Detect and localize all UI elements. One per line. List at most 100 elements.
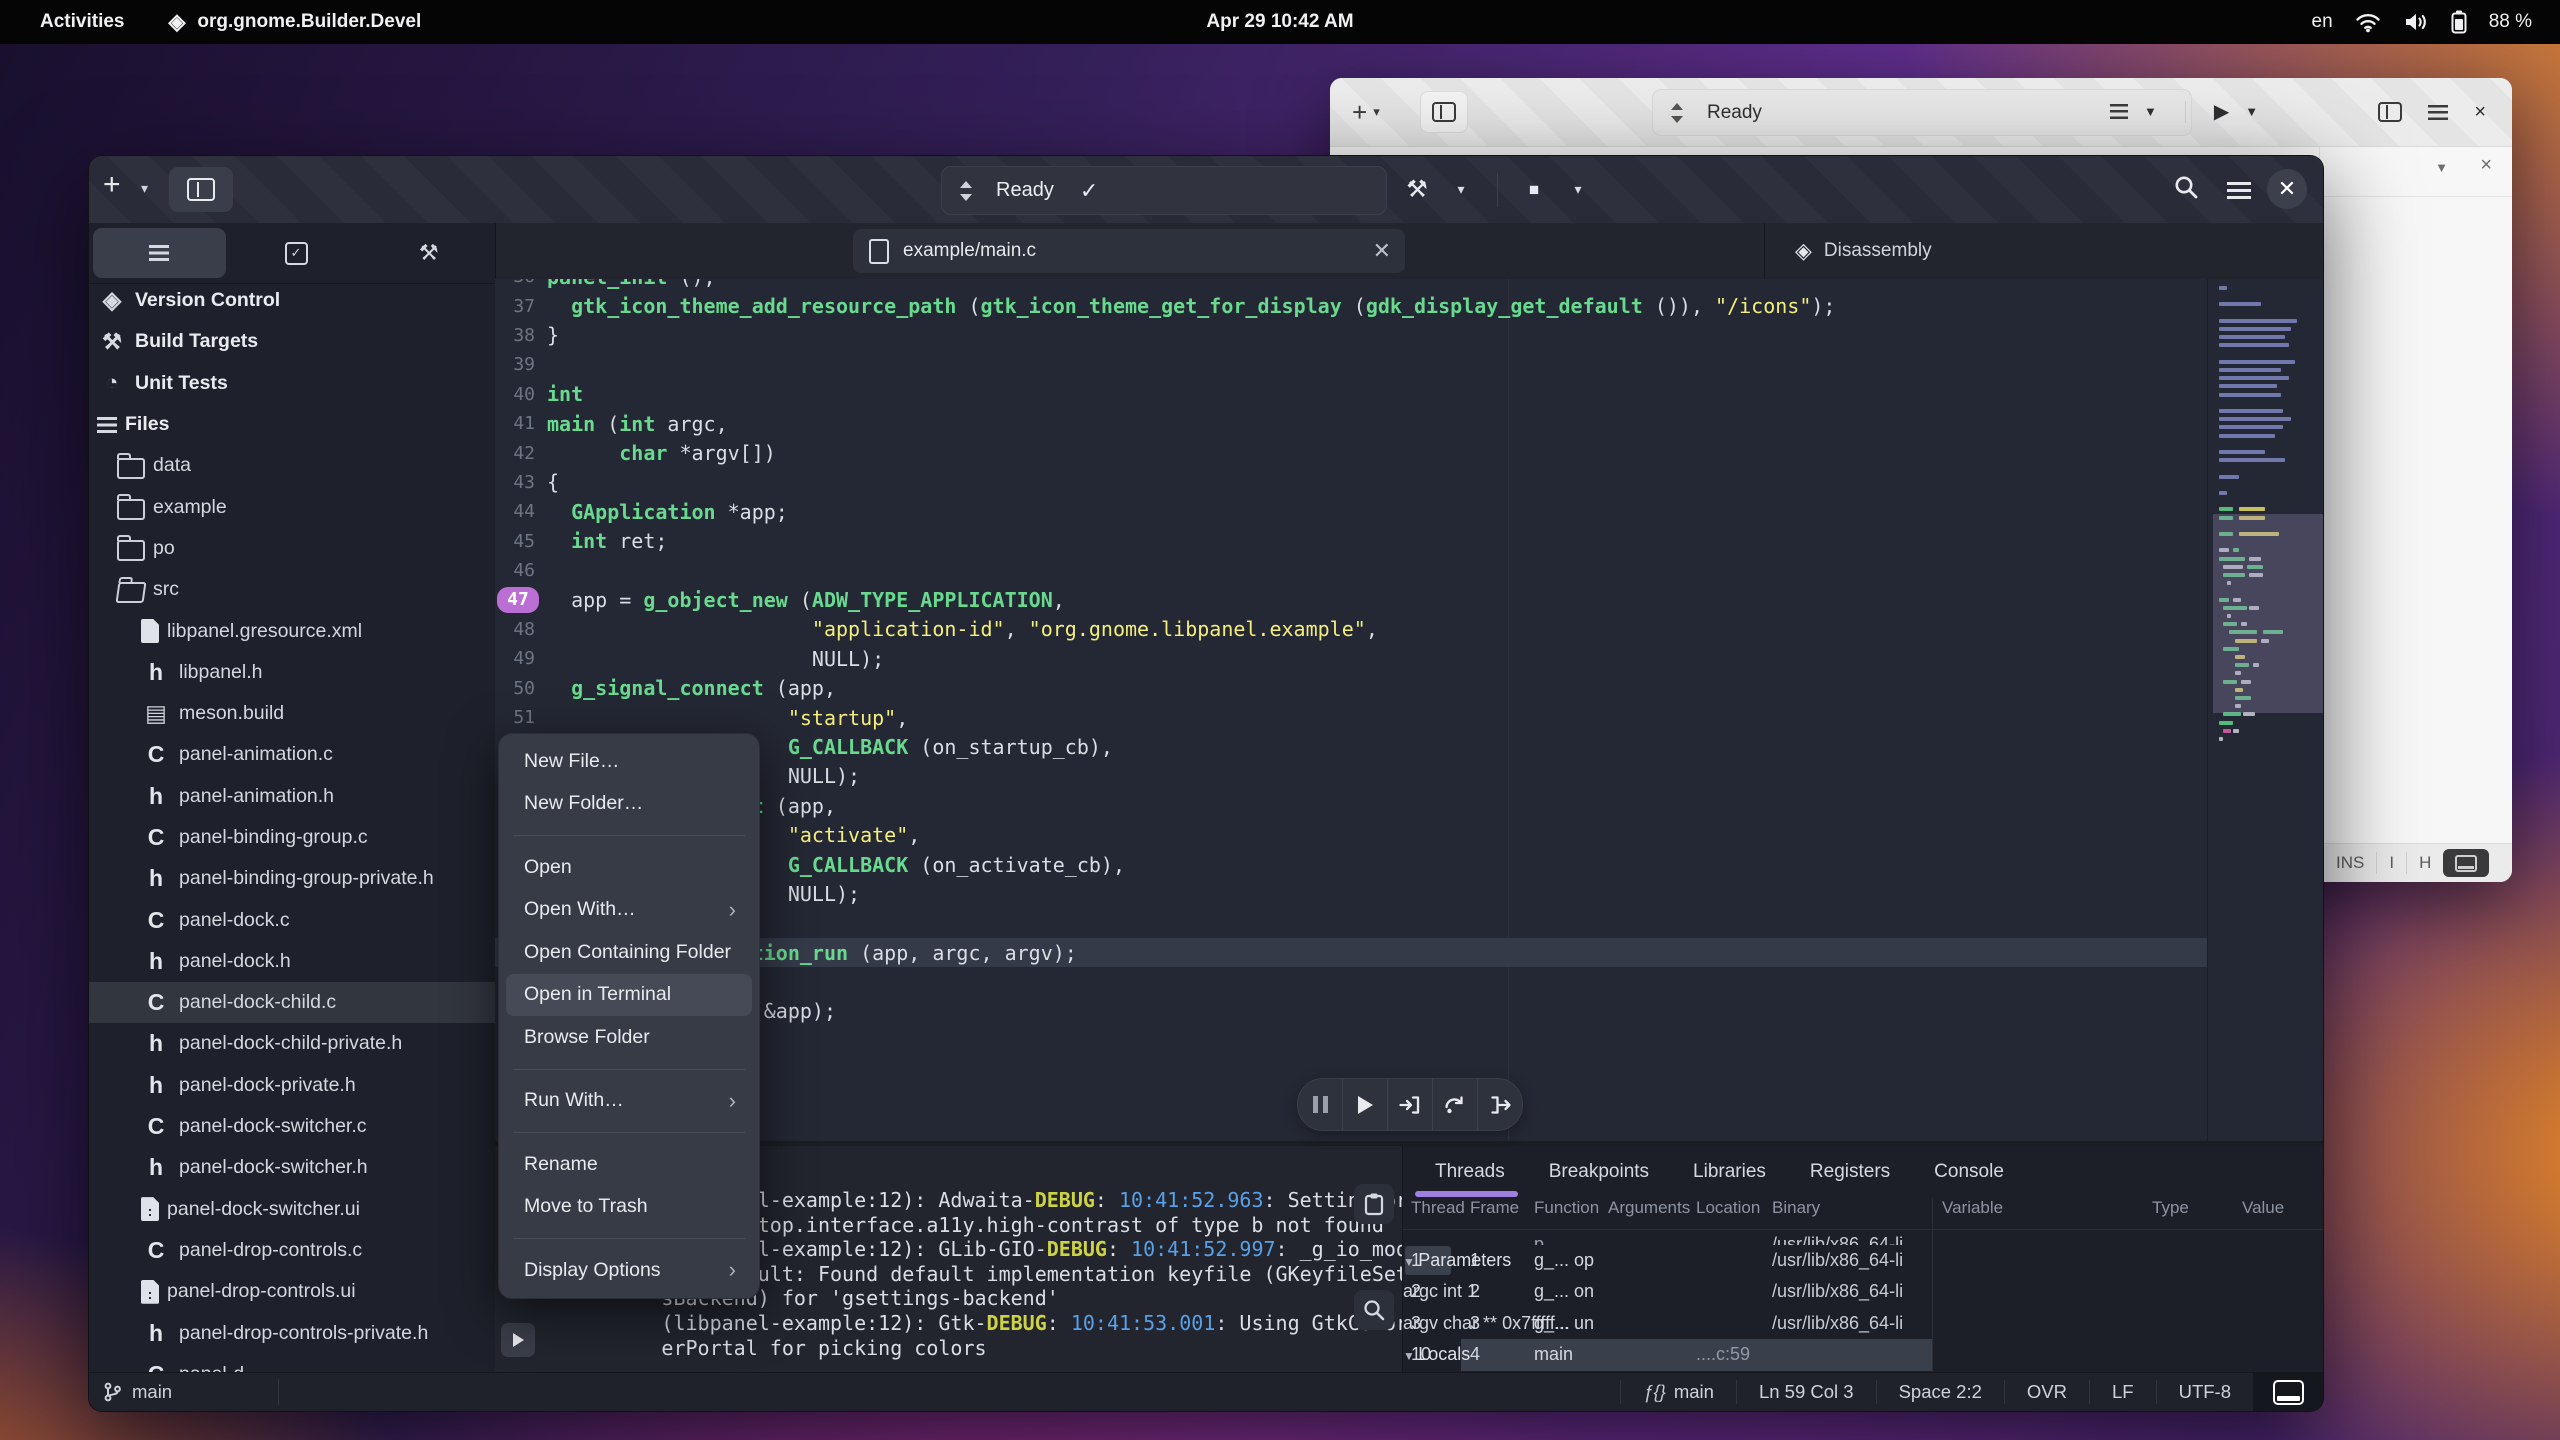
tree-item[interactable]: panel-dock.h (89, 941, 495, 982)
stop-button[interactable]: ■ (1512, 180, 1556, 200)
minimap[interactable] (2213, 279, 2323, 1141)
code-line[interactable]: 51 "startup", (495, 703, 2207, 732)
tree-item[interactable]: panel-dock-switcher.ui (89, 1189, 495, 1230)
tab-close-icon[interactable]: ✕ (1373, 238, 1391, 264)
menu-item[interactable]: New File… › (506, 740, 752, 783)
column-location[interactable]: Location (1696, 1198, 1760, 1218)
source-editor[interactable]: 36 panel_init (); 37 gtk_icon_theme_add_… (495, 279, 2323, 1141)
tree-item[interactable]: panel-binding-group.c (89, 817, 495, 858)
bg-menu-button[interactable] (2428, 105, 2448, 120)
tree-item[interactable]: panel-drop-controls.c (89, 1230, 495, 1271)
code-line[interactable]: 43 { (495, 468, 2207, 497)
new-tab-caret[interactable]: ▾ (141, 180, 148, 197)
tree-item[interactable]: panel-dock-child-private.h (89, 1023, 495, 1064)
overwrite-indicator[interactable]: OVR (2005, 1381, 2089, 1403)
tree-item[interactable]: meson.build (89, 693, 495, 734)
menu-item[interactable]: Rename › (506, 1143, 752, 1186)
sidebar-tab-todo[interactable]: ✓ (230, 223, 363, 283)
continue-button[interactable] (1343, 1079, 1388, 1130)
menu-item[interactable]: Run With… › (506, 1080, 752, 1123)
tree-item[interactable]: Version Control (89, 280, 495, 321)
tree-item[interactable]: Unit Tests (89, 363, 495, 404)
symbol-indicator[interactable]: ƒ{} main (1621, 1381, 1736, 1403)
minimap-viewport[interactable] (2213, 514, 2323, 713)
bg-status-h[interactable]: H (2419, 853, 2431, 873)
panel-tab[interactable]: Registers (1810, 1161, 1890, 1183)
code-line[interactable]: 45 int ret; (495, 527, 2207, 556)
encoding-indicator[interactable]: UTF-8 (2157, 1381, 2253, 1403)
menu-item[interactable]: › (499, 1122, 759, 1143)
step-out-button[interactable] (1478, 1079, 1522, 1130)
code-line[interactable]: 47 app = g_object_new (ADW_TYPE_APPLICAT… (495, 585, 2207, 614)
tree-item[interactable]: panel-dock.c (89, 899, 495, 940)
indentation-indicator[interactable]: Space 2:2 (1877, 1381, 2004, 1403)
menu-item[interactable]: › (499, 1059, 759, 1080)
tab-disassembly[interactable]: ◈ Disassembly (1795, 223, 1932, 279)
copy-output-button[interactable] (1354, 1184, 1394, 1224)
volume-icon[interactable] (2403, 11, 2429, 33)
new-tab-button[interactable]: + (103, 168, 121, 202)
bg-panel-toggle-icon[interactable] (2378, 102, 2402, 122)
omnibar[interactable]: Ready ✓ (941, 166, 1387, 215)
tree-item[interactable]: panel-binding-group-private.h (89, 858, 495, 899)
clock[interactable]: Apr 29 10:42 AM (1206, 11, 1353, 33)
tree-item[interactable]: panel-dock-switcher.c (89, 1106, 495, 1147)
menu-item[interactable]: Open › (506, 846, 752, 889)
code-line[interactable]: 42 char *argv[]) (495, 438, 2207, 467)
code-line[interactable]: 41 main (int argc, (495, 409, 2207, 438)
menu-item[interactable]: Display Options › (506, 1249, 752, 1292)
column-value[interactable]: Value (2242, 1198, 2284, 1218)
bg-sidebar-toggle-button[interactable] (1420, 91, 1468, 133)
bg-status-ins[interactable]: INS (2336, 853, 2364, 873)
column-thread[interactable]: Thread (1411, 1198, 1465, 1218)
wifi-icon[interactable] (2355, 11, 2381, 33)
column-binary[interactable]: Binary (1772, 1198, 1820, 1218)
column-type[interactable]: Type (2152, 1198, 2189, 1218)
panel-tab[interactable]: Console (1934, 1161, 2004, 1183)
sidebar-tab-files[interactable] (93, 228, 226, 278)
code-line[interactable]: 40 int (495, 380, 2207, 409)
tree-item[interactable]: po (89, 528, 495, 569)
run-prompt-button[interactable] (501, 1323, 535, 1357)
code-line[interactable]: 48 "application-id", "org.gnome.libpanel… (495, 615, 2207, 644)
step-over-button[interactable] (1433, 1079, 1478, 1130)
menu-item[interactable]: New Folder… › (506, 783, 752, 826)
close-button[interactable]: ✕ (2267, 169, 2307, 209)
git-branch-indicator[interactable]: main (103, 1373, 172, 1411)
tree-item[interactable]: Build Targets (89, 321, 495, 362)
column-frame[interactable]: Frame (1470, 1198, 1519, 1218)
code-line[interactable]: 39 (495, 350, 2207, 379)
build-button[interactable]: ⚒ (1395, 175, 1439, 204)
menu-item[interactable]: Browse Folder › (506, 1016, 752, 1059)
bg-terminal-toggle[interactable] (2443, 849, 2489, 877)
menu-item[interactable]: Open With… › (506, 889, 752, 932)
sidebar-toggle-button[interactable] (169, 167, 233, 212)
bg-build-caret[interactable]: ▼ (2144, 104, 2157, 119)
tree-item[interactable]: panel-drop-controls.ui (89, 1271, 495, 1312)
sidebar-tab-build[interactable]: ⚒ (362, 223, 495, 283)
tree-item[interactable]: panel-animation.h (89, 776, 495, 817)
cursor-position[interactable]: Ln 59 Col 3 (1737, 1381, 1876, 1403)
bg-run-caret[interactable]: ▼ (2245, 104, 2258, 119)
search-button[interactable] (2173, 174, 2199, 200)
tree-item[interactable]: data (89, 445, 495, 486)
keyboard-layout-indicator[interactable]: en (2312, 11, 2333, 33)
bg-status-i[interactable]: I (2389, 853, 2394, 873)
tree-item[interactable]: panel-dock-child.c (89, 982, 495, 1023)
activities-button[interactable]: Activities (40, 11, 124, 33)
search-output-button[interactable] (1354, 1290, 1394, 1330)
panel-tab[interactable]: Threads (1435, 1161, 1505, 1183)
panel-tab[interactable]: Libraries (1693, 1161, 1766, 1183)
bg-build-icon[interactable] (2110, 104, 2128, 119)
menu-item[interactable]: Move to Trash › (506, 1186, 752, 1229)
app-menu[interactable]: ◈ org.gnome.Builder.Devel (168, 9, 421, 35)
step-in-button[interactable] (1388, 1079, 1433, 1130)
run-caret[interactable]: ▾ (1556, 181, 1600, 198)
tree-item[interactable]: libpanel.gresource.xml (89, 610, 495, 651)
tab-example-main-c[interactable]: example/main.c ✕ (853, 229, 1405, 273)
tree-item[interactable]: Files (89, 404, 495, 445)
tree-item[interactable]: panel-dock-switcher.h (89, 1147, 495, 1188)
code-line[interactable]: 46 (495, 556, 2207, 585)
battery-icon[interactable] (2451, 10, 2467, 34)
tree-item[interactable]: src (89, 569, 495, 610)
